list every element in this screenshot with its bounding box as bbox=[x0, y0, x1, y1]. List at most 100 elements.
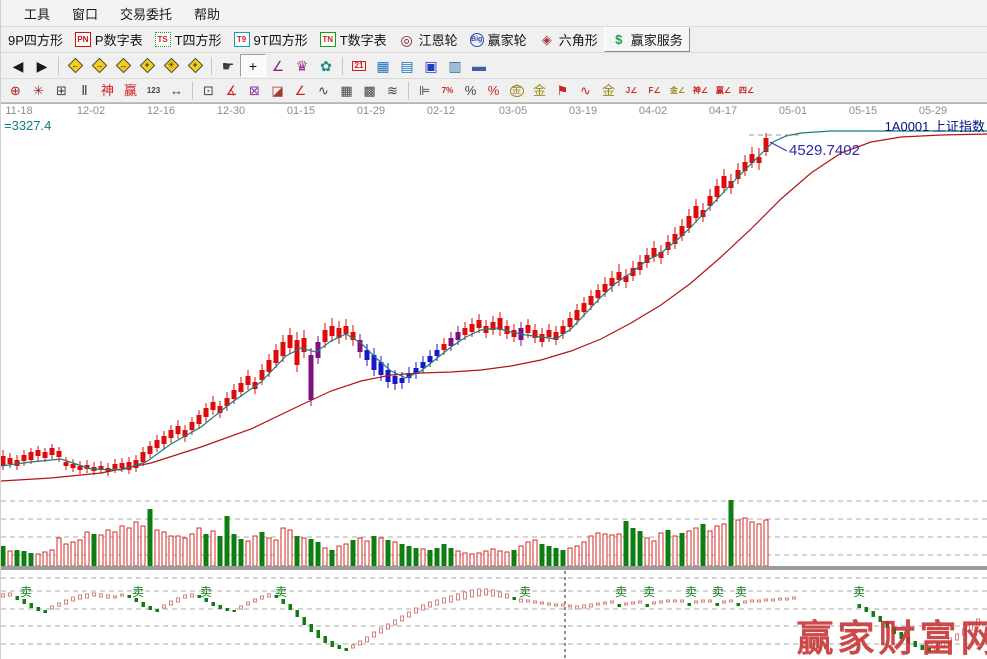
candle-body bbox=[190, 422, 195, 430]
indicator-pane[interactable]: 卖卖卖卖卖卖卖卖卖卖卖赢家财富网 bbox=[1, 570, 987, 659]
pan-hand-icon[interactable]: ☛ bbox=[216, 55, 240, 76]
indicator-mark-green bbox=[716, 603, 720, 606]
candle-body bbox=[617, 272, 622, 280]
levels-icon[interactable]: ⊫ bbox=[413, 81, 436, 100]
publish-icon[interactable]: ▥ bbox=[443, 55, 467, 76]
volume-bar-down bbox=[680, 533, 685, 566]
volume-bar-up bbox=[337, 546, 341, 566]
indicator-mark-pink bbox=[562, 604, 565, 606]
gann-shift-left-icon[interactable]: ← bbox=[63, 55, 87, 76]
gann-shift-horizontal-icon[interactable]: ↔ bbox=[111, 55, 135, 76]
volume-pane[interactable] bbox=[1, 498, 987, 570]
shen-angle-icon[interactable]: 神∠ bbox=[689, 81, 712, 100]
button-p-number-table[interactable]: PN P数字表 bbox=[69, 28, 149, 51]
button-hexagon[interactable]: ◈ 六角形 bbox=[533, 28, 604, 51]
candle-body bbox=[15, 460, 20, 466]
percent-7-icon[interactable]: 7% bbox=[436, 81, 459, 100]
gold-circle-icon[interactable]: 金 bbox=[505, 81, 528, 100]
volume-bar-up bbox=[484, 551, 488, 566]
box-corner-icon[interactable]: ⊡ bbox=[197, 81, 220, 100]
volume-bar-up bbox=[127, 528, 131, 566]
calendar-icon[interactable]: 21 bbox=[347, 55, 371, 76]
width-measure-icon[interactable]: ↔ bbox=[165, 81, 188, 100]
button-9p-square[interactable]: 9P四方形 bbox=[2, 28, 69, 51]
box-diagonal-icon[interactable]: ⊠ bbox=[243, 81, 266, 100]
crown-icon[interactable]: ♛ bbox=[290, 55, 314, 76]
truck-icon[interactable]: ▬ bbox=[467, 55, 491, 76]
gann-grid-icon[interactable]: ⊞ bbox=[50, 81, 73, 100]
menu-help[interactable]: 帮助 bbox=[183, 0, 231, 27]
zigzag-icon[interactable]: ∿ bbox=[312, 81, 335, 100]
volume-bar-down bbox=[435, 548, 440, 566]
notes-icon[interactable]: ▤ bbox=[395, 55, 419, 76]
gold-lines-icon[interactable]: 金 bbox=[528, 81, 551, 100]
button-label: 江恩轮 bbox=[419, 30, 458, 49]
box-curves-icon[interactable]: ◪ bbox=[266, 81, 289, 100]
button-gann-wheel[interactable]: ◎ 江恩轮 bbox=[393, 28, 464, 51]
gann-radial-icon[interactable]: ✳ bbox=[27, 81, 50, 100]
gold2-angle-icon[interactable]: 金∠ bbox=[666, 81, 689, 100]
brain-icon[interactable]: ✿ bbox=[314, 55, 338, 76]
menu-tools[interactable]: 工具 bbox=[13, 0, 61, 27]
volume-bar-up bbox=[505, 552, 509, 566]
button-t-square[interactable]: TS T四方形 bbox=[149, 28, 228, 51]
ying-angle-icon[interactable]: 赢∠ bbox=[712, 81, 735, 100]
volume-bar-up bbox=[582, 542, 586, 566]
gann-expand-icon[interactable]: + bbox=[183, 55, 207, 76]
button-9t-square[interactable]: T9 9T四方形 bbox=[228, 28, 314, 51]
button-t-number-table[interactable]: TN T数字表 bbox=[314, 28, 393, 51]
indicator-mark-pink bbox=[114, 596, 117, 598]
wave-icon[interactable]: ∿ bbox=[574, 81, 597, 100]
volume-canvas[interactable] bbox=[1, 498, 987, 570]
crosshair-icon[interactable]: + bbox=[240, 54, 266, 77]
save-icon[interactable]: ▣ bbox=[419, 55, 443, 76]
gold-angle-icon[interactable]: 金 bbox=[597, 81, 620, 100]
main-chart-pane[interactable]: 4529.74021A0001 上证指数=3327.4 bbox=[1, 118, 987, 498]
f-angle-icon[interactable]: F∠ bbox=[643, 81, 666, 100]
k-measure-icon[interactable]: Ⅱ bbox=[73, 81, 96, 100]
forward-icon[interactable]: ▶ bbox=[30, 55, 54, 76]
back-icon[interactable]: ◀ bbox=[6, 55, 30, 76]
menu-trade-order[interactable]: 交易委托 bbox=[109, 0, 183, 27]
indicator-mark-pink bbox=[779, 598, 782, 600]
si-angle-icon[interactable]: 四∠ bbox=[735, 81, 758, 100]
button-label: P数字表 bbox=[95, 30, 143, 49]
parallel-lines-icon[interactable]: ≋ bbox=[381, 81, 404, 100]
gann-star-icon[interactable]: ✳ bbox=[159, 55, 183, 76]
angle-measure-icon[interactable]: ∠ bbox=[266, 55, 290, 76]
grid-diagonal-icon[interactable]: ▩ bbox=[358, 81, 381, 100]
trend-angle-icon[interactable]: ∠ bbox=[289, 81, 312, 100]
ying-tool-icon[interactable]: 赢 bbox=[119, 81, 142, 100]
volume-bar-up bbox=[323, 548, 327, 566]
percent-icon[interactable]: % bbox=[459, 81, 482, 100]
indicator-mark-pink bbox=[681, 600, 684, 602]
volume-bar-down bbox=[449, 548, 454, 566]
gann-center-icon[interactable]: ⊕ bbox=[4, 81, 27, 100]
date-label: 02-12 bbox=[427, 105, 455, 117]
button-winner-wheel[interactable]: Big 赢家轮 bbox=[464, 28, 533, 51]
sell-marker: 卖 bbox=[853, 585, 865, 599]
candle-body bbox=[575, 310, 580, 320]
volume-bar-up bbox=[43, 552, 47, 566]
gann-compress-icon[interactable]: + bbox=[135, 55, 159, 76]
button-winner-service[interactable]: $ 赢家服务 bbox=[604, 27, 690, 52]
grid-icon[interactable]: ▦ bbox=[335, 81, 358, 100]
percent-lines-icon[interactable]: % bbox=[482, 81, 505, 100]
shen-tool-icon[interactable]: 神 bbox=[96, 81, 119, 100]
indicator-canvas[interactable]: 卖卖卖卖卖卖卖卖卖卖卖赢家财富网 bbox=[1, 570, 987, 659]
candle-body bbox=[309, 355, 314, 400]
indicator-mark-green bbox=[331, 641, 335, 647]
menu-window[interactable]: 窗口 bbox=[61, 0, 109, 27]
candle-body bbox=[148, 446, 153, 454]
gann-shift-right-icon[interactable]: → bbox=[87, 55, 111, 76]
gann-radial-icon: ✳ bbox=[33, 84, 44, 97]
volume-bar-up bbox=[36, 554, 40, 566]
volume-bar-up bbox=[498, 551, 502, 566]
main-chart-canvas[interactable]: 4529.74021A0001 上证指数=3327.4 bbox=[1, 118, 987, 498]
fan-lines-icon[interactable]: ∡ bbox=[220, 81, 243, 100]
ruler-123-icon[interactable]: 123 bbox=[142, 81, 165, 100]
volume-bar-down bbox=[232, 534, 237, 566]
flag-icon[interactable]: ⚑ bbox=[551, 81, 574, 100]
calculator-icon[interactable]: ▦ bbox=[371, 55, 395, 76]
j-angle-icon[interactable]: J∠ bbox=[620, 81, 643, 100]
